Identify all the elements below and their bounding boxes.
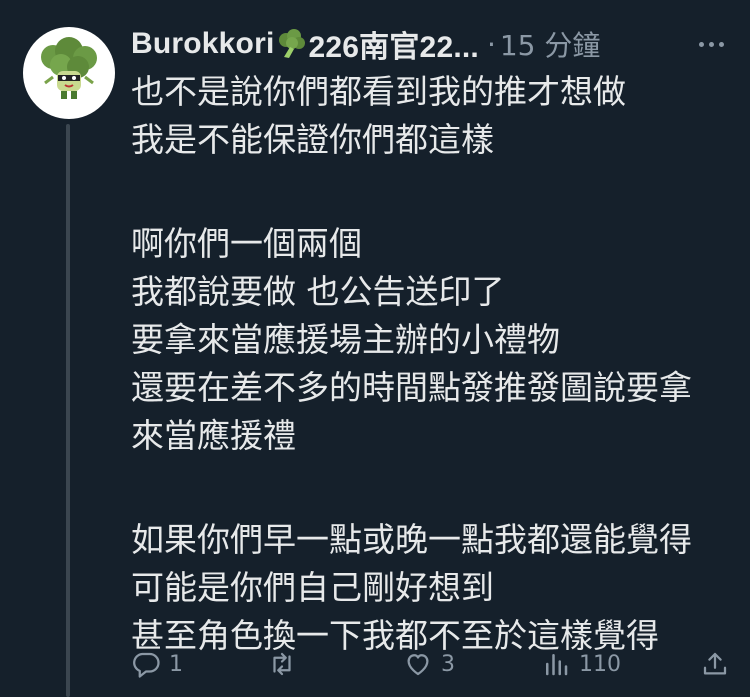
action-bar: 1 3 110 bbox=[131, 640, 730, 688]
text-line: 如果你們早一點或晚一點我都還能覺得 bbox=[131, 520, 692, 559]
avatar[interactable] bbox=[23, 27, 115, 119]
views-icon bbox=[546, 654, 568, 676]
text-line: 可能是你們自己剛好想到 bbox=[131, 568, 494, 607]
tweet-header: Burokkori 226南官22... · 15 分鐘 bbox=[131, 24, 730, 64]
display-name[interactable]: Burokkori bbox=[131, 27, 275, 61]
broccoli-icon bbox=[276, 28, 308, 60]
reply-button[interactable]: 1 bbox=[131, 649, 267, 679]
avatar-broccoli-illustration bbox=[41, 37, 97, 99]
text-line: 啊你們一個兩個 bbox=[131, 224, 362, 263]
views-button[interactable]: 110 bbox=[541, 649, 691, 679]
text-line: 要拿來當應援場主辦的小禮物 bbox=[131, 320, 560, 359]
heart-icon bbox=[407, 654, 429, 676]
reply-icon bbox=[133, 652, 160, 678]
views-count: 110 bbox=[579, 651, 621, 677]
text-line: 我是不能保證你們都這樣 bbox=[131, 120, 494, 159]
retweet-icon bbox=[273, 652, 291, 676]
display-name-suffix[interactable]: 226南官22... bbox=[309, 22, 479, 66]
more-icon[interactable] bbox=[693, 38, 730, 51]
share-button[interactable] bbox=[700, 649, 730, 679]
retweet-button[interactable] bbox=[267, 649, 403, 679]
text-line: 來當應援禮 bbox=[131, 416, 296, 455]
reply-count: 1 bbox=[169, 651, 183, 677]
like-button[interactable]: 3 bbox=[403, 649, 541, 679]
text-line: 我都說要做 也公告送印了 bbox=[131, 272, 505, 311]
separator-dot: · bbox=[486, 27, 496, 61]
text-line: 也不是說你們都看到我的推才想做 bbox=[131, 72, 626, 111]
text-line: 還要在差不多的時間點發推發圖說要拿 bbox=[131, 368, 692, 407]
share-icon bbox=[703, 652, 727, 675]
like-count: 3 bbox=[441, 651, 455, 677]
tweet-text: 也不是說你們都看到我的推才想做 我是不能保證你們都這樣 啊你們一個兩個 我都說要… bbox=[131, 68, 731, 660]
thread-line bbox=[66, 124, 70, 697]
timestamp[interactable]: 15 分鐘 bbox=[500, 24, 601, 64]
